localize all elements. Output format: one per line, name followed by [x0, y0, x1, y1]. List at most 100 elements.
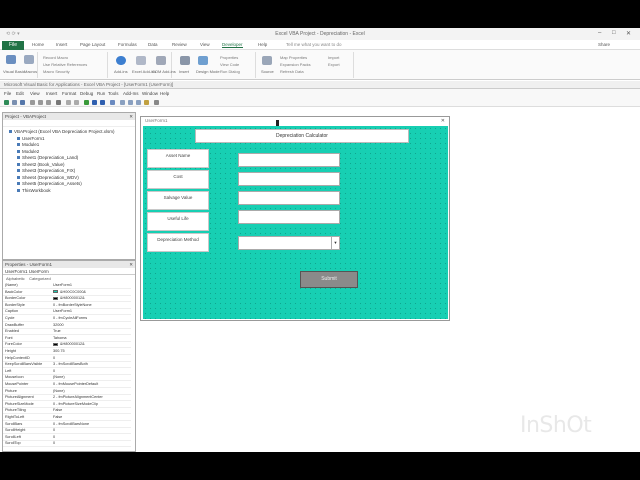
property-row[interactable]: PictureTiling False: [3, 408, 131, 415]
addins-icon[interactable]: [116, 56, 126, 65]
export-button[interactable]: Export: [328, 62, 340, 67]
project-tree-item[interactable]: ThisWorkbook: [17, 188, 51, 193]
tab-developer[interactable]: Developer: [222, 42, 243, 48]
cut-icon[interactable]: [30, 100, 35, 105]
com-addins-icon[interactable]: [156, 56, 166, 65]
expansion-packs-button[interactable]: Expansion Packs: [280, 62, 311, 67]
project-tree-item[interactable]: Sheet2 (Book_Value): [17, 162, 64, 167]
property-row[interactable]: ScrollLeft 0: [3, 435, 131, 441]
import-button[interactable]: Import: [328, 55, 339, 60]
object-browser-icon[interactable]: [136, 100, 141, 105]
view-excel-icon[interactable]: [4, 100, 9, 105]
relative-references-button[interactable]: Use Relative References: [43, 62, 87, 67]
paste-icon[interactable]: [46, 100, 51, 105]
tab-data[interactable]: Data: [148, 42, 158, 47]
refresh-data-button[interactable]: Refresh Data: [280, 69, 304, 74]
property-value-cell[interactable]: (None): [53, 375, 129, 379]
menu-debug[interactable]: Debug: [80, 91, 93, 96]
project-tree-item[interactable]: Sheet1 (Depreciation_Land): [17, 155, 78, 160]
userform-designer[interactable]: UserForm1 ✕ Depreciation Calculator Asse…: [140, 116, 450, 321]
form-heading-label[interactable]: Depreciation Calculator: [195, 129, 409, 143]
property-row[interactable]: MousePointer 0 - fmMousePointerDefault: [3, 382, 131, 388]
asset-name-textbox[interactable]: [238, 153, 340, 167]
property-row[interactable]: ScrollBars 0 - fmScrollBarsNone: [3, 422, 131, 428]
run-dialog-button[interactable]: Run Dialog: [220, 69, 240, 74]
object-selector[interactable]: UserForm1 UserForm: [3, 268, 135, 275]
tab-insert[interactable]: Insert: [56, 42, 67, 47]
project-tree-item[interactable]: Module2: [17, 149, 39, 154]
project-tree-item[interactable]: VBAProject (Excel VBA Depreciation Proje…: [9, 129, 115, 134]
depreciation-method-label[interactable]: Depreciation Method: [147, 233, 209, 252]
break-icon[interactable]: [92, 100, 97, 105]
maximize-icon[interactable]: □: [612, 30, 616, 36]
tab-review[interactable]: Review: [172, 42, 187, 47]
property-value-cell[interactable]: False: [53, 415, 129, 419]
property-value-cell[interactable]: &H80000012&: [53, 296, 129, 300]
tab-file[interactable]: File: [2, 41, 24, 50]
project-tree-item[interactable]: Sheet3 (Depreciation_FIX): [17, 168, 75, 173]
property-value-cell[interactable]: 300.75: [53, 349, 129, 353]
visual-basic-button[interactable]: Visual Basic: [3, 69, 25, 74]
cost-textbox[interactable]: [238, 172, 340, 186]
property-value-cell[interactable]: 0 - fmMousePointerDefault: [53, 382, 129, 386]
properties-button[interactable]: Properties: [220, 55, 238, 60]
addins-button[interactable]: Add-ins: [114, 69, 128, 74]
property-row[interactable]: BorderColor &H80000012&: [3, 296, 131, 303]
insert-userform-icon[interactable]: [12, 100, 17, 105]
macro-security-button[interactable]: Macro Security: [43, 69, 70, 74]
property-row[interactable]: HelpContextID 0: [3, 356, 131, 362]
properties-window-icon[interactable]: [128, 100, 133, 105]
toolbox-icon[interactable]: [144, 100, 149, 105]
submit-button[interactable]: Submit: [300, 271, 358, 288]
property-row[interactable]: ScrollTop 0: [3, 441, 131, 448]
property-value-cell[interactable]: False: [53, 408, 129, 412]
property-value-cell[interactable]: UserForm1: [53, 309, 129, 313]
property-value-cell[interactable]: (None): [53, 389, 129, 393]
salvage-value-label[interactable]: Salvage Value: [147, 191, 209, 210]
property-row[interactable]: BorderStyle 0 - fmBorderStyleNone: [3, 303, 131, 309]
property-value-cell[interactable]: 0 - fmScrollBarsNone: [53, 422, 129, 426]
tab-formulas[interactable]: Formulas: [118, 42, 137, 47]
property-row[interactable]: PictureSizeMode 0 - fmPictureSizeModeClip: [3, 402, 131, 408]
property-value-cell[interactable]: 0: [53, 441, 129, 445]
property-row[interactable]: Cycle 0 - fmCycleAllForms: [3, 316, 131, 322]
salvage-value-textbox[interactable]: [238, 191, 340, 205]
menu-view[interactable]: View: [30, 91, 40, 96]
property-row[interactable]: Font Tahoma: [3, 336, 131, 342]
copy-icon[interactable]: [38, 100, 43, 105]
close-icon[interactable]: ✕: [129, 113, 133, 120]
menu-tools[interactable]: Tools: [108, 91, 119, 96]
property-row[interactable]: Left 0: [3, 369, 131, 375]
property-value-cell[interactable]: 0: [53, 356, 129, 360]
com-addins-button[interactable]: COM Add-ins: [152, 69, 176, 74]
close-icon[interactable]: ✕: [626, 30, 631, 37]
tab-home[interactable]: Home: [32, 42, 44, 47]
reset-icon[interactable]: [100, 100, 105, 105]
source-button[interactable]: Source: [261, 69, 274, 74]
visual-basic-icon[interactable]: [6, 55, 16, 64]
design-mode-button[interactable]: Design Mode: [196, 69, 220, 74]
redo-icon[interactable]: [74, 100, 79, 105]
property-row[interactable]: Caption UserForm1: [3, 309, 131, 316]
property-row[interactable]: PictureAlignment 2 - fmPictureAlignmentCe…: [3, 395, 131, 402]
tab-help[interactable]: Help: [258, 42, 267, 47]
property-row[interactable]: Height 300.75: [3, 349, 131, 355]
tab-alphabetic[interactable]: Alphabetic: [6, 276, 25, 281]
close-icon[interactable]: ✕: [441, 118, 445, 124]
insert-control-button[interactable]: Insert: [179, 69, 189, 74]
chevron-down-icon[interactable]: ▼: [331, 237, 339, 249]
menu-window[interactable]: Window: [142, 91, 158, 96]
property-value-cell[interactable]: &H00C0C000&: [53, 290, 129, 294]
macros-button[interactable]: Macros: [24, 69, 37, 74]
property-value-cell[interactable]: 0: [53, 435, 129, 439]
depreciation-method-combobox[interactable]: ▼: [238, 236, 340, 250]
property-row[interactable]: ForeColor &H80000012&: [3, 342, 131, 349]
property-value-cell[interactable]: &H80000012&: [53, 342, 129, 346]
menu-run[interactable]: Run: [97, 91, 105, 96]
useful-life-label[interactable]: Useful Life: [147, 212, 209, 231]
help-icon[interactable]: [154, 100, 159, 105]
share-button[interactable]: Share: [598, 42, 610, 47]
property-value-cell[interactable]: 3 - fmScrollBarsBoth: [53, 362, 129, 366]
tab-view[interactable]: View: [200, 42, 210, 47]
property-value-cell[interactable]: 0 - fmCycleAllForms: [53, 316, 129, 320]
